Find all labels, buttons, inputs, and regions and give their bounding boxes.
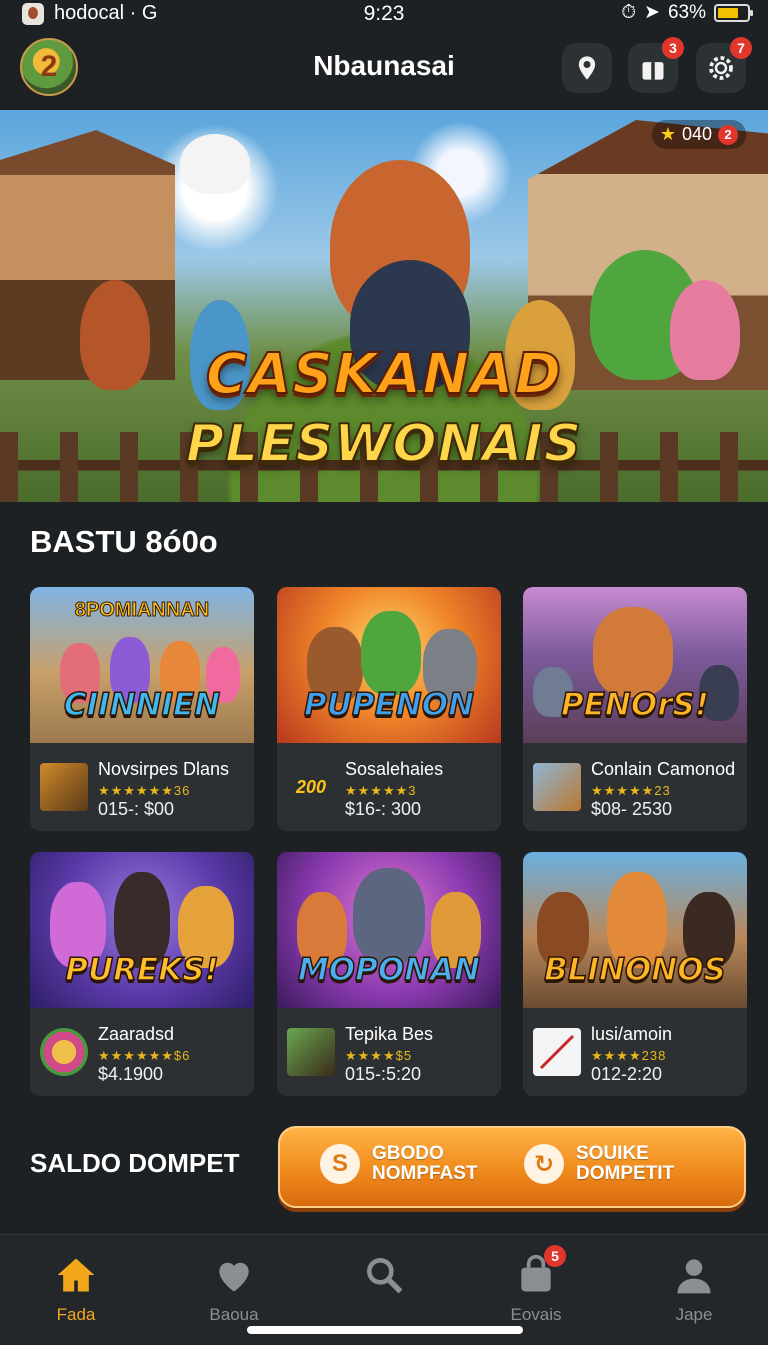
game-name: Conlain Camonod (591, 759, 736, 779)
game-card[interactable]: PUPENON 200 Sosalehaies ★★★★★3 $16-: 300 (277, 587, 501, 831)
game-rating: ★★★★★★$6 (98, 1048, 191, 1063)
game-thumbnail (40, 1028, 88, 1076)
thumbnail-slash-icon (539, 1034, 575, 1070)
game-card[interactable]: BLINONOS lusi/amoin ★★★★238 012-2:20 (523, 852, 747, 1096)
notifications-button[interactable]: 3 (628, 37, 684, 93)
nav-label: Jape (675, 1305, 713, 1324)
game-card[interactable]: 8POMIANNAN CIINNIEN Novsirpes Dlans ★★★★… (30, 587, 254, 831)
star-icon: ★ (659, 124, 676, 144)
coin-count: 040 (681, 124, 712, 144)
nav-item-profile[interactable]: Jape (634, 1253, 754, 1325)
status-right: ⏱ ➤ 63% (621, 1, 753, 24)
game-rating: ★★★★$5 (345, 1048, 413, 1063)
map-pin-icon (578, 56, 596, 80)
game-art-title: CIINNIEN (63, 686, 221, 724)
settings-button[interactable]: 7 (696, 37, 752, 93)
game-art-title: PUPENON (303, 686, 475, 724)
notifications-badge: 3 (662, 37, 684, 59)
game-price: 012-2:20 (591, 1064, 663, 1084)
game-name: lusi/amoin (591, 1024, 673, 1044)
gift-icon (642, 62, 664, 80)
map-pin-button[interactable] (562, 43, 612, 93)
nav-item-home[interactable]: Fada (16, 1253, 136, 1325)
hero-banner[interactable]: ★ 040 2 CASKANAD PLESWONAIS (0, 110, 768, 502)
game-name: Zaaradsd (98, 1024, 175, 1044)
game-price: 015-: $00 (98, 799, 175, 819)
game-rating: ★★★★★★36 (98, 783, 191, 798)
alarm-icon: ⏱ (621, 1, 637, 23)
game-rating: ★★★★★23 (591, 783, 671, 798)
heart-icon (212, 1253, 256, 1297)
game-name: Sosalehaies (345, 759, 444, 779)
game-thumbnail: 200 (295, 776, 327, 797)
section-title: BASTU 8ó0o (30, 524, 218, 559)
wallet-right-line2: DOMPETIT (576, 1163, 675, 1184)
game-art-title: PUREKS! (65, 951, 220, 989)
bag-icon: 5 (514, 1245, 566, 1297)
search-icon (362, 1253, 406, 1297)
wallet-right-line1: SOUIKE (576, 1143, 649, 1164)
game-price: $08- 2530 (591, 799, 673, 819)
game-thumbnail (40, 763, 88, 811)
nav-label: Baoua (209, 1305, 259, 1324)
game-thumbnail (533, 763, 581, 811)
wallet-left-line2: NOMPFAST (372, 1163, 478, 1184)
game-thumbnail (287, 1028, 335, 1076)
game-thumbnail (533, 1028, 581, 1076)
wallet-option-right[interactable]: ↻ SOUIKE DOMPETIT (524, 1144, 674, 1184)
game-art-title: MOPONAN (297, 951, 481, 989)
hero-ghost (180, 134, 250, 194)
game-price: 015-:5:20 (345, 1064, 422, 1084)
game-price: $4.1900 (98, 1064, 164, 1084)
game-card[interactable]: MOPONAN Tepika Bes ★★★★$5 015-:5:20 (277, 852, 501, 1096)
settings-badge: 7 (730, 37, 752, 59)
home-indicator (247, 1326, 523, 1334)
wallet-s-icon: S (320, 1144, 360, 1184)
game-name: Tepika Bes (345, 1024, 434, 1044)
battery-icon (714, 3, 753, 22)
nav-item-search[interactable] (324, 1253, 444, 1305)
nav-label: Fada (56, 1305, 96, 1324)
gear-icon (709, 56, 733, 80)
wallet-refresh-icon: ↻ (524, 1144, 564, 1184)
wallet-left-line1: GBODO (372, 1143, 444, 1164)
status-bar: hodocal · G 9:23 ⏱ ➤ 63% (0, 0, 768, 28)
wallet-button[interactable]: S GBODO NOMPFAST ↻ SOUIKE DOMPETIT (278, 1126, 746, 1208)
hero-title-line2: PLESWONAIS (185, 413, 583, 475)
battery-percent: 63% (667, 1, 706, 23)
nav-item-bag[interactable]: 5 Eovais (476, 1245, 596, 1325)
top-bar: 2 Nbaunasai 3 7 (0, 28, 768, 110)
nav-item-favorites[interactable]: Baoua (174, 1253, 294, 1325)
game-name: Novsirpes Dlans (98, 759, 230, 779)
home-icon (54, 1253, 98, 1297)
profile-icon (672, 1253, 716, 1297)
game-price: $16-: 300 (345, 799, 422, 819)
game-card[interactable]: PENOrS! Conlain Camonod ★★★★★23 $08- 253… (523, 587, 747, 831)
coin-badge: 2 (718, 124, 738, 145)
game-art-subtitle: 8POMIANNAN (74, 599, 210, 622)
nav-badge: 5 (544, 1245, 566, 1267)
game-rating: ★★★★★3 (345, 783, 417, 798)
location-icon: ➤ (644, 2, 660, 23)
wallet-label: SALDO DOMPET (30, 1148, 240, 1178)
game-card[interactable]: PUREKS! Zaaradsd ★★★★★★$6 $4.1900 (30, 852, 254, 1096)
game-art-title: BLINONOS (543, 951, 726, 989)
game-art-title: PENOrS! (560, 686, 709, 724)
game-rating: ★★★★238 (591, 1048, 667, 1063)
nav-label: Eovais (510, 1305, 562, 1324)
hero-coin-counter[interactable]: ★ 040 2 (651, 120, 746, 149)
wallet-option-left[interactable]: S GBODO NOMPFAST (320, 1144, 478, 1184)
hero-title-line1: CASKANAD (205, 341, 563, 408)
